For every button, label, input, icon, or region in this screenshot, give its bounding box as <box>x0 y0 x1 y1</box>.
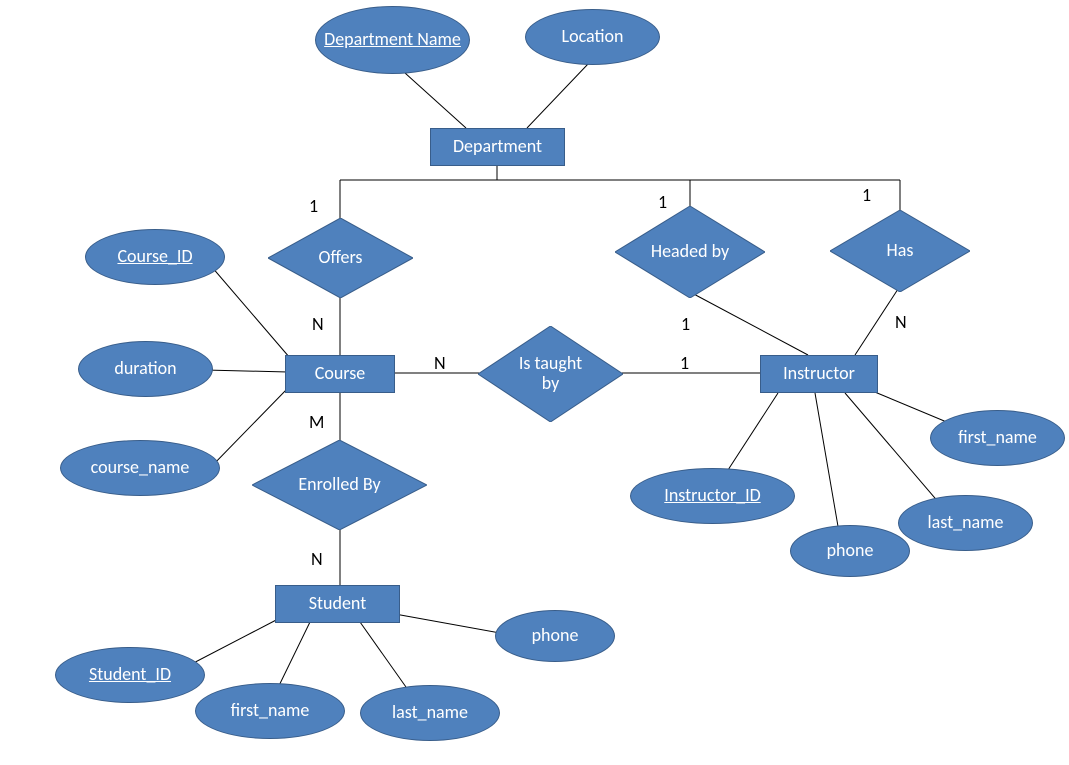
attr-instr-last-name: last_name <box>898 495 1033 551</box>
rel-headed-by-label: Headed by <box>645 242 735 262</box>
card-headed-dept: 1 <box>658 191 667 213</box>
attr-location: Location <box>525 9 660 65</box>
card-has-dept: 1 <box>862 184 871 206</box>
attr-student-id: Student_ID <box>55 647 205 703</box>
rel-is-taught-by: Is taught by <box>478 326 623 422</box>
rel-has-label: Has <box>881 241 920 261</box>
attr-course-id: Course_ID <box>85 229 225 285</box>
rel-enrolled-by-label: Enrolled By <box>292 475 386 495</box>
card-enrolled-course: M <box>309 411 324 433</box>
entity-instructor: Instructor <box>760 355 878 393</box>
entity-course: Course <box>285 355 395 393</box>
rel-is-taught-by-label: Is taught by <box>505 354 597 394</box>
card-taught-course: N <box>434 352 446 374</box>
card-has-instr: N <box>895 311 907 333</box>
attr-instructor-id: Instructor_ID <box>630 468 795 524</box>
attr-duration: duration <box>78 341 213 397</box>
rel-headed-by: Headed by <box>615 206 765 298</box>
entity-department: Department <box>430 128 565 166</box>
card-offers-dept: 1 <box>309 195 318 217</box>
attr-course-name: course_name <box>60 440 220 496</box>
rel-offers: Offers <box>268 218 413 298</box>
card-offers-course: N <box>312 313 324 335</box>
entity-student: Student <box>275 585 400 623</box>
rel-has: Has <box>830 210 970 292</box>
attr-instr-phone: phone <box>790 525 910 577</box>
attr-stud-phone: phone <box>495 610 615 662</box>
attr-stud-first-name: first_name <box>195 683 345 739</box>
card-headed-instr: 1 <box>681 313 690 335</box>
card-taught-instr: 1 <box>680 352 689 374</box>
attr-instr-first-name: first_name <box>930 410 1065 466</box>
rel-offers-label: Offers <box>313 248 369 268</box>
rel-enrolled-by: Enrolled By <box>252 440 427 530</box>
attr-stud-last-name: last_name <box>360 685 500 741</box>
attr-department-name: Department Name <box>315 6 470 74</box>
card-enrolled-student: N <box>311 548 323 570</box>
